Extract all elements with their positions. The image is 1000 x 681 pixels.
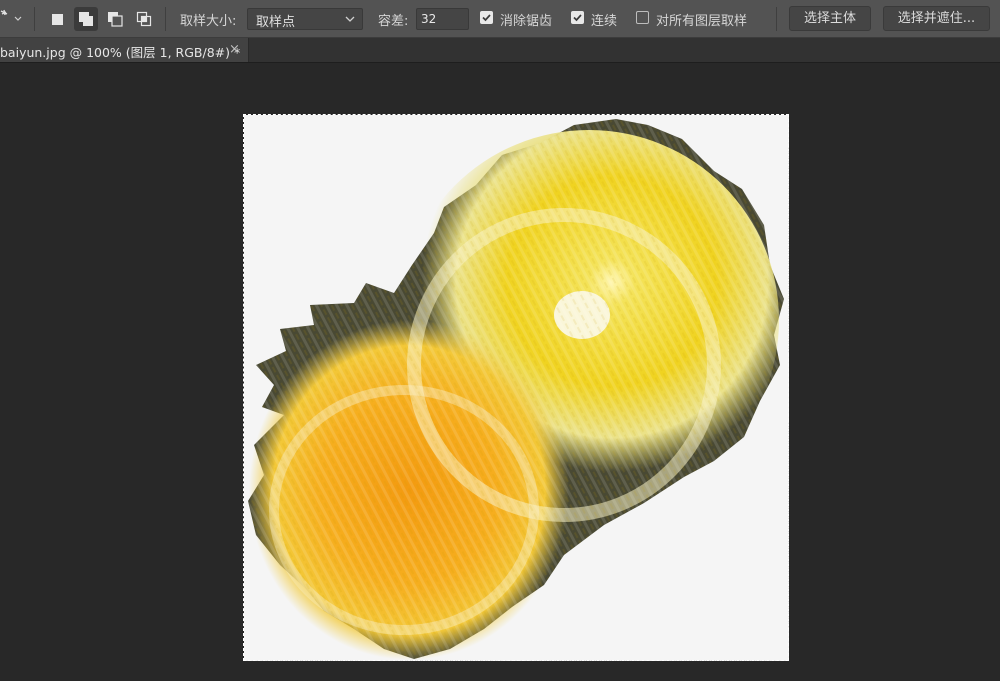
magic-wand-icon[interactable] bbox=[0, 8, 26, 30]
options-bar: 取样大小: 取样点 容差: 32 消除锯齿 连续 对所有图层取样 选择主体 选择… bbox=[0, 0, 1000, 38]
intersect-selection-icon bbox=[136, 11, 152, 27]
separator bbox=[165, 7, 166, 31]
tolerance-label: 容差: bbox=[378, 14, 409, 29]
subtract-from-selection-icon bbox=[108, 12, 123, 27]
add-to-selection-button[interactable] bbox=[74, 7, 98, 31]
anti-alias-label: 消除锯齿 bbox=[500, 14, 553, 29]
document-tab[interactable]: baiyun.jpg @ 100% (图层 1, RGB/8#) * × bbox=[0, 38, 249, 62]
new-selection-icon bbox=[52, 14, 63, 25]
document-canvas[interactable] bbox=[244, 115, 789, 661]
subtract-from-selection-button[interactable] bbox=[103, 7, 127, 31]
select-and-mask-button[interactable]: 选择并遮住... bbox=[883, 6, 990, 31]
add-to-selection-icon bbox=[79, 12, 93, 26]
sample-size-value: 取样点 bbox=[256, 15, 296, 30]
separator bbox=[34, 7, 35, 31]
sample-size-select[interactable]: 取样点 bbox=[247, 8, 363, 30]
contiguous-checkbox[interactable] bbox=[571, 11, 584, 24]
canvas-image bbox=[248, 119, 784, 660]
separator bbox=[776, 7, 777, 31]
checkmark-icon bbox=[573, 14, 582, 22]
document-tab-bar: baiyun.jpg @ 100% (图层 1, RGB/8#) * × bbox=[0, 38, 1000, 63]
new-selection-button[interactable] bbox=[45, 7, 69, 31]
contiguous-label: 连续 bbox=[591, 14, 618, 29]
chevron-down-icon bbox=[345, 16, 355, 22]
sample-all-layers-checkbox[interactable] bbox=[636, 11, 649, 24]
tolerance-input[interactable]: 32 bbox=[416, 8, 469, 30]
close-icon[interactable]: × bbox=[229, 42, 240, 57]
anti-alias-checkbox[interactable] bbox=[480, 11, 493, 24]
sample-all-layers-label: 对所有图层取样 bbox=[656, 14, 748, 29]
checkmark-icon bbox=[482, 14, 491, 22]
sample-size-label: 取样大小: bbox=[180, 14, 237, 29]
select-subject-button[interactable]: 选择主体 bbox=[789, 6, 871, 31]
intersect-selection-button[interactable] bbox=[132, 7, 156, 31]
document-tab-title: baiyun.jpg @ 100% (图层 1, RGB/8#) * bbox=[0, 45, 241, 60]
